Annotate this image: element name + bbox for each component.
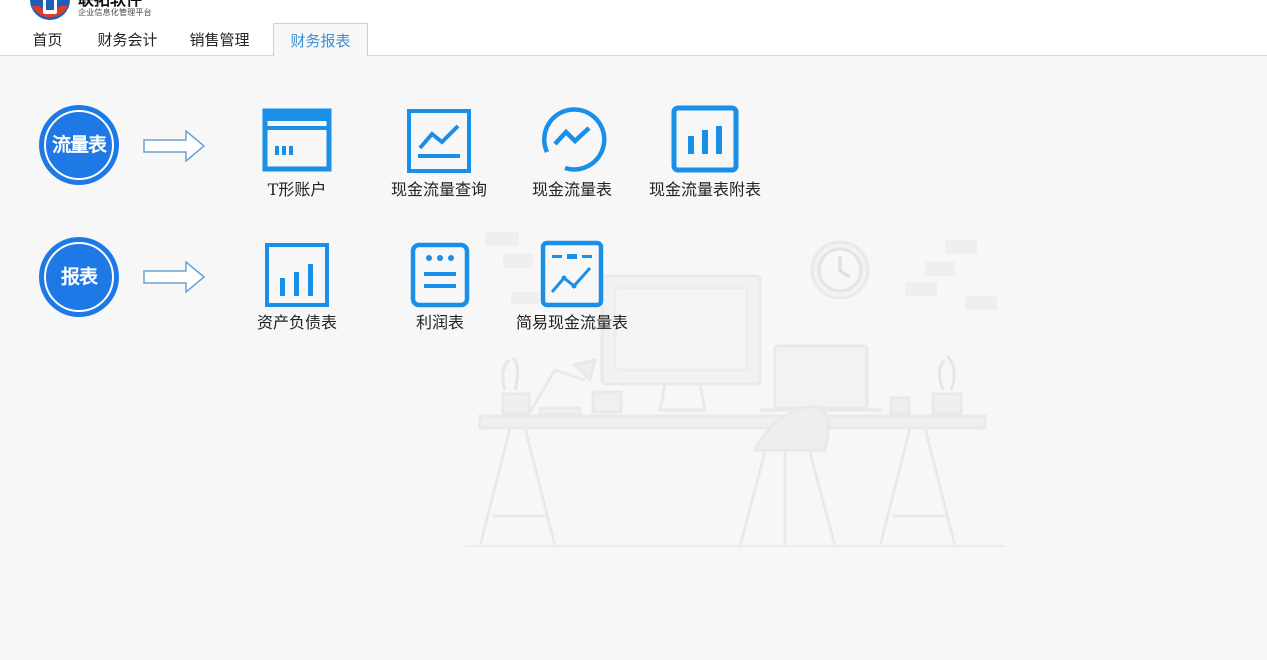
t-account-icon: [262, 108, 332, 172]
list-icon: [410, 242, 470, 308]
report-income-statement[interactable]: 利润表: [380, 242, 500, 331]
report-t-account[interactable]: T形账户: [237, 108, 357, 198]
tab-finance-accounting[interactable]: 财务会计: [90, 23, 165, 56]
report-balance-sheet[interactable]: 资产负债表: [237, 242, 357, 331]
line-chart-icon: [407, 109, 471, 173]
report-line-icon: [540, 240, 604, 308]
top-header: 联拓软件 企业信息化管理平台 首页 财务会计 销售管理 财务报表: [0, 0, 1267, 57]
report-t-account-label: T形账户: [267, 180, 327, 199]
brand-logo: 联拓软件 企业信息化管理平台: [30, 0, 190, 22]
report-cashflow-query-label: 现金流量查询: [390, 180, 487, 199]
bar-chart-icon: [265, 243, 329, 307]
report-simple-cashflow[interactable]: 简易现金流量表: [512, 240, 632, 331]
report-income-statement-label: 利润表: [415, 313, 464, 332]
report-balance-sheet-label: 资产负债表: [256, 313, 337, 332]
arrow-right-icon: [143, 260, 206, 294]
report-cashflow-statement[interactable]: 现金流量表: [512, 104, 632, 198]
brand-logo-icon: [30, 0, 70, 20]
trend-circle-icon: [542, 107, 607, 172]
tab-home[interactable]: 首页: [20, 23, 75, 56]
category-cashflow-label: 流量表: [51, 134, 107, 156]
report-simple-cashflow-label: 简易现金流量表: [516, 313, 629, 332]
category-cashflow-circle: 流量表: [39, 105, 119, 185]
category-reports-label: 报表: [60, 266, 98, 288]
bar-chart-icon: [671, 105, 739, 173]
report-cashflow-query[interactable]: 现金流量查询: [379, 108, 499, 198]
category-reports-circle: 报表: [39, 237, 119, 317]
tab-financial-reports[interactable]: 财务报表: [273, 23, 368, 57]
report-cashflow-supplement[interactable]: 现金流量表附表: [647, 104, 763, 198]
brand-subtitle: 企业信息化管理平台: [78, 8, 152, 17]
arrow-right-icon: [143, 129, 206, 163]
report-cashflow-supplement-label: 现金流量表附表: [648, 180, 761, 199]
tab-sales-management[interactable]: 销售管理: [182, 23, 257, 56]
report-cashflow-statement-label: 现金流量表: [531, 180, 612, 199]
